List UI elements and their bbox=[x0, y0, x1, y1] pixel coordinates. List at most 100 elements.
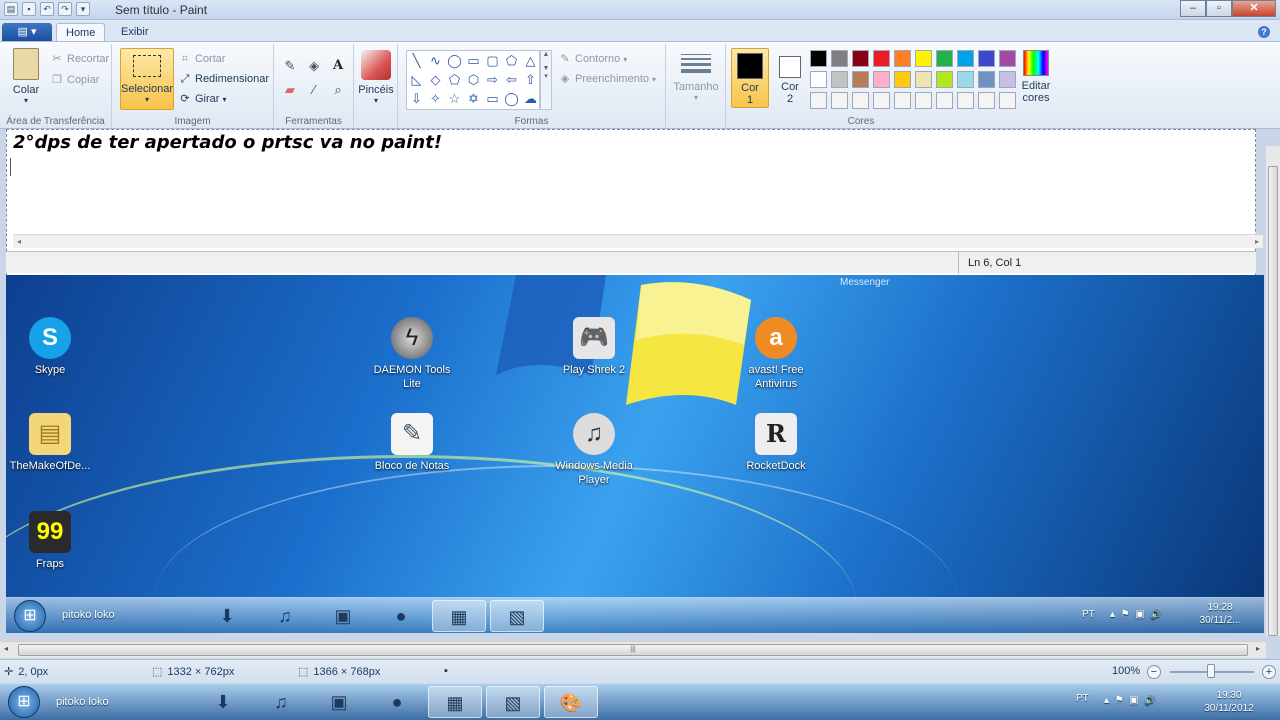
color2-button[interactable]: Cor 2 bbox=[771, 48, 809, 108]
tab-home[interactable]: Home bbox=[56, 23, 106, 42]
polygon-shape-icon[interactable]: ⬠ bbox=[502, 51, 521, 70]
palette-swatch[interactable] bbox=[894, 71, 911, 88]
shapes-scroll[interactable]: ▲ ▼ ▾ bbox=[540, 50, 552, 110]
paste-button[interactable]: Colar ▾ bbox=[6, 48, 46, 105]
star4-shape-icon[interactable]: ✧ bbox=[426, 89, 445, 108]
palette-swatch[interactable] bbox=[915, 71, 932, 88]
copy-button[interactable]: ❐ Copiar bbox=[50, 73, 99, 87]
save-icon[interactable]: ▪ bbox=[22, 2, 36, 16]
start-button[interactable]: ⊞ bbox=[8, 686, 40, 718]
language-indicator[interactable]: PT bbox=[1076, 684, 1089, 718]
eraser-icon[interactable]: ▰ bbox=[280, 80, 300, 100]
palette-swatch[interactable] bbox=[936, 71, 953, 88]
palette-swatch[interactable] bbox=[852, 71, 869, 88]
right-triangle-shape-icon[interactable]: ◺ bbox=[407, 70, 426, 89]
tab-view[interactable]: Exibir bbox=[112, 23, 158, 42]
size-button[interactable]: Tamanho ▾ bbox=[672, 50, 720, 102]
palette-swatch[interactable] bbox=[978, 71, 995, 88]
zoom-in-button[interactable]: + bbox=[1262, 665, 1276, 679]
cut-button[interactable]: ✂ Recortar bbox=[50, 52, 109, 66]
edit-colors-button[interactable]: Editar cores bbox=[1016, 50, 1056, 104]
palette-swatch[interactable] bbox=[831, 50, 848, 67]
taskbar-frame-button[interactable]: ▣ bbox=[312, 686, 366, 718]
down-arrow-shape-icon[interactable]: ⇩ bbox=[407, 89, 426, 108]
zoom-slider-thumb[interactable] bbox=[1207, 664, 1215, 678]
oval-shape-icon[interactable]: ◯ bbox=[445, 51, 464, 70]
palette-swatch[interactable] bbox=[810, 50, 827, 67]
palette-swatch[interactable] bbox=[936, 50, 953, 67]
left-arrow-shape-icon[interactable]: ⇦ bbox=[502, 70, 521, 89]
palette-swatch[interactable] bbox=[957, 92, 974, 109]
palette-swatch[interactable] bbox=[978, 50, 995, 67]
palette-swatch[interactable] bbox=[999, 50, 1016, 67]
taskbar-film-button[interactable]: ▦ bbox=[428, 686, 482, 718]
vertical-scrollbar[interactable] bbox=[1266, 146, 1280, 636]
magnifier-icon[interactable]: ⌕ bbox=[328, 80, 348, 100]
fill-bucket-icon[interactable]: ◈ bbox=[304, 56, 324, 76]
pentagon-shape-icon[interactable]: ⬠ bbox=[445, 70, 464, 89]
palette-swatch[interactable] bbox=[999, 92, 1016, 109]
taskbar-download-button[interactable]: ⬇ bbox=[196, 686, 250, 718]
help-icon[interactable]: ? bbox=[1258, 26, 1270, 38]
palette-swatch[interactable] bbox=[936, 92, 953, 109]
diamond-shape-icon[interactable]: ◇ bbox=[426, 70, 445, 89]
taskbar-clock[interactable]: 19:30 30/11/2012 bbox=[1196, 689, 1262, 715]
canvas-area[interactable]: 2°dps de ter apertado o prtsc va no pain… bbox=[0, 129, 1280, 659]
curve-shape-icon[interactable]: ∿ bbox=[426, 51, 445, 70]
close-button[interactable]: ✕ bbox=[1232, 0, 1276, 17]
color-picker-icon[interactable]: ⁄ bbox=[304, 80, 324, 100]
palette-swatch[interactable] bbox=[852, 50, 869, 67]
up-arrow-shape-icon[interactable]: ⇧ bbox=[521, 70, 540, 89]
star5-shape-icon[interactable]: ☆ bbox=[445, 89, 464, 108]
right-arrow-shape-icon[interactable]: ⇨ bbox=[483, 70, 502, 89]
taskbar-media-player-button[interactable]: ♫ bbox=[254, 686, 308, 718]
crop-button[interactable]: ⌗ Cortar bbox=[178, 52, 226, 66]
taskbar-notepad-button[interactable]: ▧ bbox=[486, 686, 540, 718]
system-tray-icons[interactable]: ▴ ⚑ ▣ 🔊 bbox=[1104, 684, 1157, 718]
rectangle-shape-icon[interactable]: ▭ bbox=[464, 51, 483, 70]
paint-menu-button[interactable]: ▤ ▾ bbox=[2, 23, 52, 41]
palette-swatch[interactable] bbox=[831, 71, 848, 88]
palette-swatch[interactable] bbox=[852, 92, 869, 109]
rotate-button[interactable]: ⟳ Girar ▾ bbox=[178, 92, 226, 106]
palette-swatch[interactable] bbox=[873, 71, 890, 88]
palette-swatch[interactable] bbox=[957, 71, 974, 88]
redo-icon[interactable]: ↷ bbox=[58, 2, 72, 16]
resize-button[interactable]: ⤢ Redimensionar bbox=[178, 72, 269, 86]
palette-swatch[interactable] bbox=[810, 92, 827, 109]
cloud-shape-icon[interactable]: ☁ bbox=[521, 89, 540, 108]
zoom-out-button[interactable]: − bbox=[1147, 665, 1161, 679]
shapes-gallery[interactable]: ╲ ∿ ◯ ▭ ▢ ⬠ △ ◺ ◇ ⬠ ⬡ ⇨ ⇦ ⇧ ⇩ ✧ ☆ ✡ ▭ ◯ ☁ bbox=[406, 50, 540, 110]
horizontal-scrollbar[interactable]: ◂ ||| ▸ bbox=[0, 641, 1266, 658]
callout-rect-shape-icon[interactable]: ▭ bbox=[483, 89, 502, 108]
horizontal-scroll-thumb[interactable]: ||| bbox=[18, 644, 1248, 656]
scroll-left-icon[interactable]: ◂ bbox=[4, 644, 8, 653]
palette-swatch[interactable] bbox=[957, 50, 974, 67]
text-tool-icon[interactable]: A bbox=[328, 56, 348, 76]
paint-app-icon[interactable]: ▤ bbox=[4, 2, 18, 16]
palette-swatch[interactable] bbox=[873, 92, 890, 109]
palette-swatch[interactable] bbox=[873, 50, 890, 67]
pencil-icon[interactable]: ✎ bbox=[280, 56, 300, 76]
taskbar-game-button[interactable]: ● bbox=[370, 686, 424, 718]
customize-qat-icon[interactable]: ▾ bbox=[76, 2, 90, 16]
minimize-button[interactable]: – bbox=[1180, 0, 1206, 17]
callout-oval-shape-icon[interactable]: ◯ bbox=[502, 89, 521, 108]
palette-swatch[interactable] bbox=[831, 92, 848, 109]
palette-swatch[interactable] bbox=[999, 71, 1016, 88]
fill-dropdown[interactable]: ◈ Preenchimento ▾ bbox=[558, 72, 656, 86]
star6-shape-icon[interactable]: ✡ bbox=[464, 89, 483, 108]
palette-swatch[interactable] bbox=[894, 92, 911, 109]
palette-swatch[interactable] bbox=[810, 71, 827, 88]
undo-icon[interactable]: ↶ bbox=[40, 2, 54, 16]
palette-swatch[interactable] bbox=[978, 92, 995, 109]
triangle-shape-icon[interactable]: △ bbox=[521, 51, 540, 70]
vertical-scroll-thumb[interactable] bbox=[1268, 166, 1278, 636]
palette-swatch[interactable] bbox=[894, 50, 911, 67]
maximize-button[interactable]: ▫ bbox=[1206, 0, 1232, 17]
rounded-rect-shape-icon[interactable]: ▢ bbox=[483, 51, 502, 70]
outline-dropdown[interactable]: ✎ Contorno ▾ bbox=[558, 52, 627, 66]
scroll-right-icon[interactable]: ▸ bbox=[1256, 644, 1260, 653]
palette-swatch[interactable] bbox=[915, 92, 932, 109]
select-button[interactable]: Selecionar ▾ bbox=[120, 48, 174, 110]
